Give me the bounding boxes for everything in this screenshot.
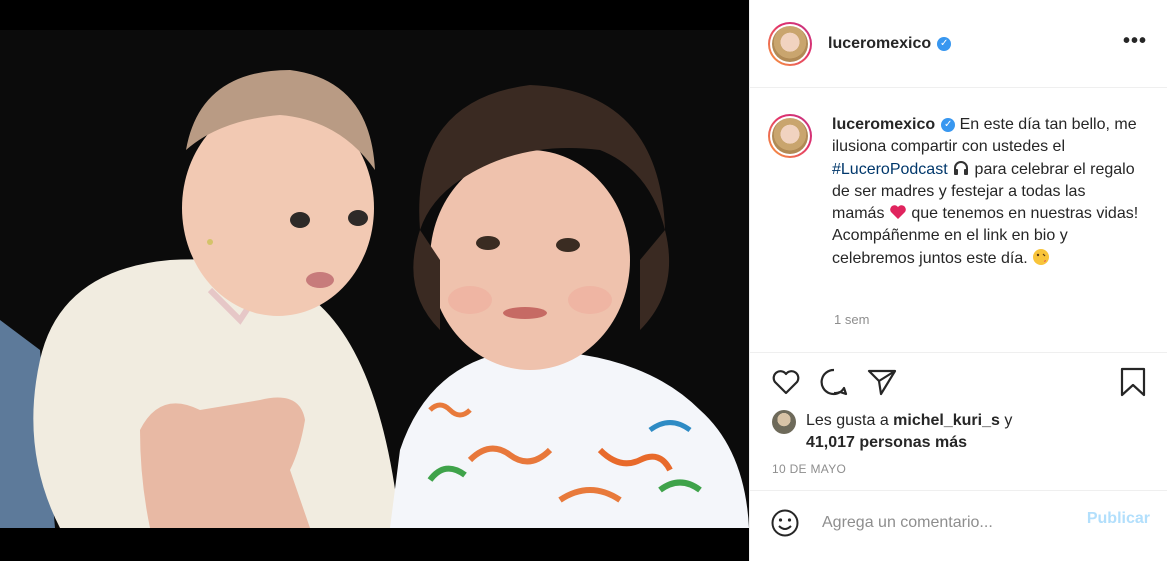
comment-icon[interactable] bbox=[818, 366, 850, 398]
likes-summary: Les gusta a michel_kuri_s y 41,017 perso… bbox=[772, 410, 1012, 454]
heart-emoji-icon bbox=[890, 205, 906, 220]
photo-illustration bbox=[0, 30, 749, 528]
likes-mid: y bbox=[999, 412, 1013, 429]
action-bar bbox=[770, 366, 898, 398]
heart-icon[interactable] bbox=[770, 366, 802, 398]
post-date[interactable]: 10 DE MAYO bbox=[772, 462, 846, 476]
caption-username[interactable]: luceromexico bbox=[832, 116, 935, 133]
share-icon[interactable] bbox=[866, 366, 898, 398]
post-sidebar: luceromexico ✓ ••• luceromexico ✓ En este… bbox=[749, 0, 1167, 561]
actions-divider bbox=[750, 352, 1167, 353]
verified-badge-icon: ✓ bbox=[937, 36, 952, 51]
hashtag-link[interactable]: #LuceroPodcast bbox=[832, 161, 948, 178]
comment-input[interactable] bbox=[820, 513, 1074, 533]
comment-box: Publicar bbox=[770, 508, 1150, 538]
headphones-icon bbox=[954, 160, 969, 175]
liker-avatar[interactable] bbox=[772, 410, 796, 434]
likes-prefix: Les gusta a bbox=[806, 412, 894, 429]
likes-count[interactable]: 41,017 personas más bbox=[806, 434, 967, 451]
post-photo[interactable] bbox=[0, 0, 749, 561]
caption-text: luceromexico ✓ En este día tan bello, me … bbox=[832, 114, 1142, 270]
caption-timestamp[interactable]: 1 sem bbox=[834, 312, 869, 327]
comment-divider bbox=[750, 490, 1167, 491]
verified-badge-icon: ✓ bbox=[941, 117, 956, 132]
profile-avatar[interactable] bbox=[768, 21, 812, 66]
smiley-icon[interactable] bbox=[770, 508, 800, 538]
header-username[interactable]: luceromexico bbox=[828, 35, 931, 53]
more-options-icon[interactable]: ••• bbox=[1123, 30, 1147, 53]
liker-username[interactable]: michel_kuri_s bbox=[893, 412, 1000, 429]
photo-canvas bbox=[0, 30, 749, 528]
publish-button[interactable]: Publicar bbox=[1087, 510, 1150, 528]
caption: luceromexico ✓ En este día tan bello, me … bbox=[768, 114, 1158, 270]
bookmark-icon[interactable] bbox=[1117, 366, 1149, 398]
post-header: luceromexico ✓ ••• bbox=[750, 0, 1167, 88]
caption-avatar[interactable] bbox=[768, 114, 812, 158]
kiss-emoji-icon bbox=[1033, 248, 1050, 265]
